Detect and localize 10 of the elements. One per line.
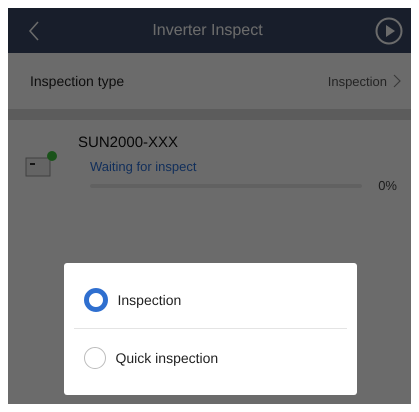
back-icon[interactable] — [28, 20, 40, 42]
device-name: SUN2000-XXX — [78, 134, 180, 151]
radio-option[interactable]: Inspection — [74, 271, 346, 329]
radio-option[interactable]: Quick inspection — [74, 329, 346, 387]
chevron-right-icon — [393, 74, 401, 88]
play-icon[interactable] — [375, 16, 403, 44]
inverter-icon — [24, 148, 58, 178]
progress-percent: 0% — [378, 178, 397, 193]
device-status: Waiting for inspect — [90, 159, 198, 174]
screen-title: Inverter Inspect — [152, 22, 263, 40]
